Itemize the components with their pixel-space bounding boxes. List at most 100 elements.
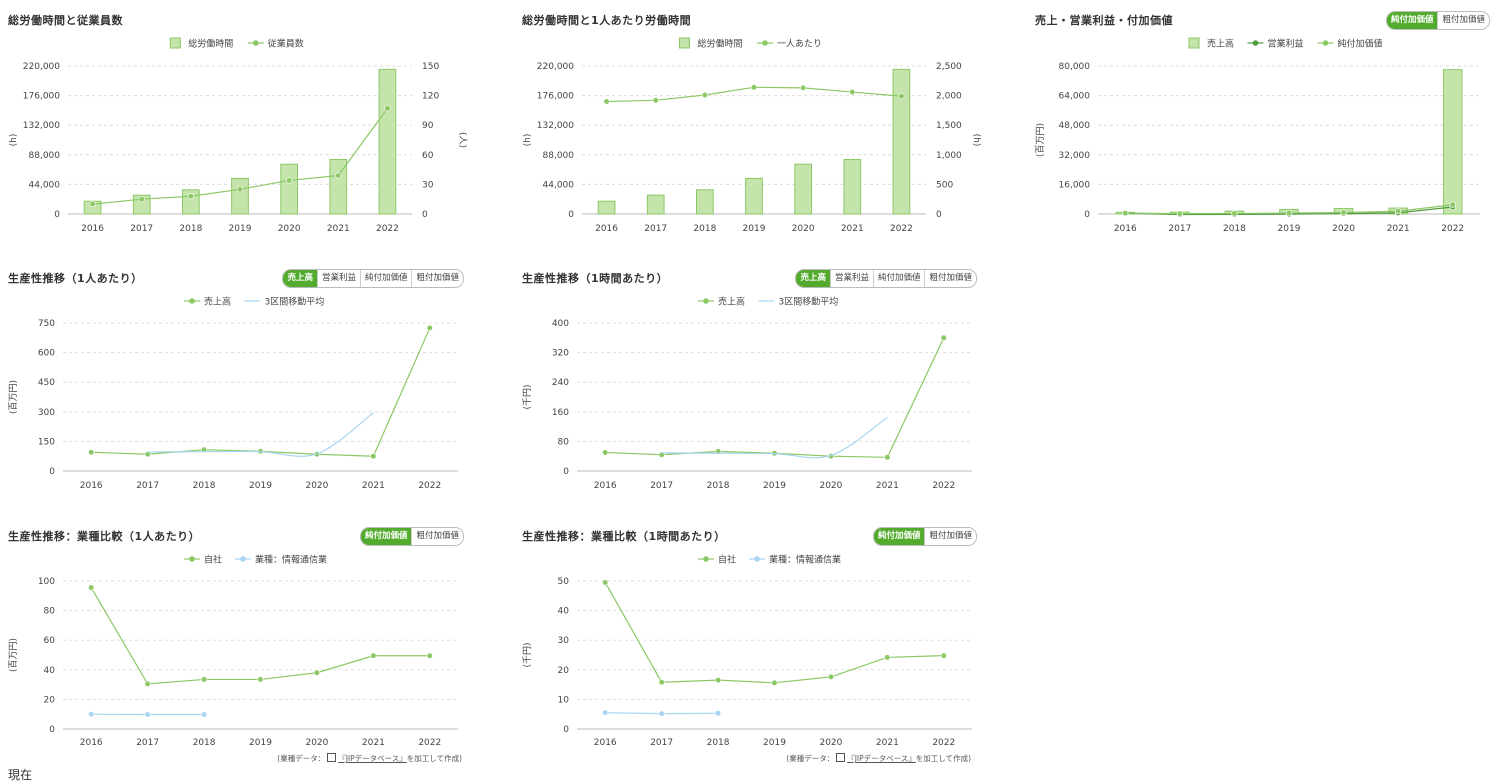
x-tick-label: 2017: [1168, 224, 1191, 234]
legend-label: 総労働時間: [188, 38, 233, 50]
chart-panel-total-hours-per-person: 総労働時間と1人あたり労働時間 220,000176,000132,00088,…: [522, 12, 992, 262]
data-point: [88, 585, 94, 591]
data-point: [188, 193, 194, 199]
legend-label: 自社: [718, 554, 736, 566]
legend-marker: [189, 556, 195, 562]
series-line: [91, 328, 430, 456]
x-tick-label: 2020: [305, 738, 328, 748]
y-tick-label: 132,000: [23, 121, 60, 131]
x-tick-label: 2021: [1387, 224, 1410, 234]
x-tick-label: 2018: [193, 738, 216, 748]
legend-label: 3区間移動平均: [779, 296, 839, 308]
y-right-tick-label: 120: [422, 92, 439, 102]
y-right-axis-label: (h): [971, 134, 981, 147]
jip-database-link[interactable]: 『JIPデータベース』: [847, 754, 916, 763]
y-tick-label: 320: [552, 349, 569, 359]
x-tick-label: 2019: [743, 224, 766, 234]
y-right-tick-label: 0: [422, 210, 428, 220]
legend-label: 売上高: [204, 296, 231, 308]
data-point: [139, 196, 145, 202]
legend-marker: [253, 40, 259, 46]
y-tick-label: 220,000: [23, 62, 60, 72]
chart-svg: 50403020100(千円)2016201720182019202020212…: [522, 528, 977, 756]
x-tick-label: 2019: [763, 481, 786, 491]
chart-svg: 100806040200(百万円)20162017201820192020202…: [8, 528, 464, 756]
y-right-tick-label: 60: [422, 151, 434, 161]
x-tick-label: 2022: [418, 738, 441, 748]
y-tick-label: 40: [44, 666, 56, 676]
data-point: [828, 674, 834, 680]
legend-label: 業種：情報通信業: [769, 554, 841, 566]
legend-label: 一人あたり: [777, 39, 822, 50]
data-point: [941, 653, 947, 659]
data-point: [427, 325, 433, 331]
external-link-icon: [327, 753, 336, 762]
y-tick-label: 0: [563, 467, 569, 477]
y-tick-label: 0: [49, 467, 55, 477]
data-point: [145, 712, 151, 718]
y-tick-label: 100: [38, 577, 55, 587]
y-tick-label: 88,000: [29, 151, 61, 161]
chart-panel-productivity-per-hour: 生産性推移（1時間あたり） 売上高 営業利益 純付加価値 粗付加価値 40032…: [522, 270, 977, 520]
chart-svg: 220,000176,000132,00088,00044,00002,5002…: [522, 12, 992, 252]
data-point: [1341, 210, 1347, 216]
y-tick-label: 60: [44, 636, 56, 646]
x-tick-label: 2019: [249, 481, 272, 491]
y-right-tick-label: 2,000: [936, 92, 962, 102]
y-right-tick-label: 90: [422, 121, 434, 131]
next-section-heading: 現在: [8, 766, 32, 783]
data-point: [1286, 210, 1292, 216]
legend-swatch: [170, 38, 180, 48]
series-line: [605, 338, 944, 458]
series-line: [605, 582, 944, 682]
chart-svg: 7506004503001500(百万円)2016201720182019202…: [8, 270, 464, 510]
data-point: [602, 450, 608, 456]
chart-svg: 400320240160800(千円)201620172018201920202…: [522, 270, 977, 510]
x-tick-label: 2018: [193, 481, 216, 491]
y-tick-label: 88,000: [543, 151, 575, 161]
x-tick-label: 2017: [644, 224, 667, 234]
y-right-tick-label: 500: [936, 180, 953, 190]
data-point: [1395, 208, 1401, 214]
bar: [232, 178, 249, 214]
y-tick-label: 132,000: [537, 121, 574, 131]
x-tick-label: 2017: [136, 481, 159, 491]
y-tick-label: 0: [49, 725, 55, 735]
x-tick-label: 2017: [650, 738, 673, 748]
y-tick-label: 600: [38, 349, 55, 359]
data-point: [715, 711, 721, 717]
y-tick-label: 30: [558, 636, 570, 646]
bar: [1443, 70, 1462, 214]
x-tick-label: 2022: [932, 481, 955, 491]
bar: [844, 160, 861, 214]
jip-database-link[interactable]: 『JIPデータベース』: [338, 754, 407, 763]
x-tick-label: 2016: [594, 738, 617, 748]
y-tick-label: 220,000: [537, 62, 574, 72]
bar: [795, 164, 812, 214]
y-tick-label: 176,000: [537, 92, 574, 102]
data-point: [335, 173, 341, 179]
x-tick-label: 2018: [179, 224, 202, 234]
y-tick-label: 44,000: [29, 180, 61, 190]
data-point: [286, 178, 292, 184]
x-tick-label: 2019: [1278, 224, 1301, 234]
y-tick-label: 64,000: [1059, 92, 1091, 102]
x-tick-label: 2018: [1223, 224, 1246, 234]
chart-panel-industry-comparison-per-person: 生産性推移：業種比較（1人あたり） 純付加価値 粗付加価値 1008060402…: [8, 528, 464, 766]
legend-label: 従業員数: [268, 38, 304, 50]
x-tick-label: 2020: [305, 481, 328, 491]
y-tick-label: 80: [44, 607, 56, 617]
y-tick-label: 48,000: [1059, 121, 1091, 131]
x-tick-label: 2018: [707, 481, 730, 491]
data-point: [1122, 210, 1128, 216]
bar: [598, 201, 615, 214]
bar: [281, 164, 298, 214]
legend-marker: [1253, 40, 1259, 46]
data-point: [1177, 211, 1183, 217]
y-tick-label: 16,000: [1059, 180, 1091, 190]
y-tick-label: 240: [552, 378, 569, 388]
legend-label: 売上高: [1207, 38, 1234, 50]
y-right-tick-label: 2,500: [936, 62, 962, 72]
x-tick-label: 2017: [136, 738, 159, 748]
y-tick-label: 450: [38, 378, 55, 388]
